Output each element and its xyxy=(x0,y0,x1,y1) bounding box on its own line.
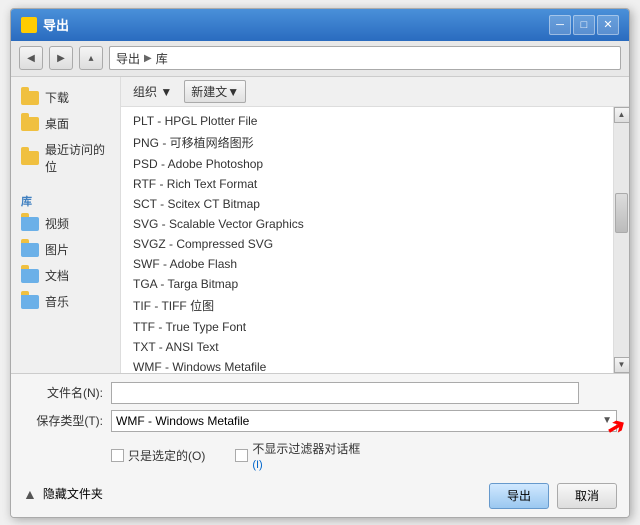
navigation-toolbar: ◀ ▶ ▴ 导出 ▶ 库 xyxy=(11,41,629,77)
body-area: 下载 桌面 最近访问的位 库 xyxy=(11,77,629,373)
forward-button[interactable]: ▶ xyxy=(49,46,73,70)
path-bar: 导出 ▶ 库 xyxy=(109,46,621,70)
sidebar-item-desktop-label: 桌面 xyxy=(45,115,69,132)
app-icon xyxy=(21,17,37,33)
filetype-label: 保存类型(T): xyxy=(23,412,103,429)
filetype-dropdown[interactable]: WMF - Windows Metafile ▼ xyxy=(111,410,617,432)
title-bar: 导出 ─ □ ✕ xyxy=(11,9,629,41)
path-location: 库 xyxy=(156,50,168,67)
checkbox-selected-only[interactable]: 只是选定的(O) xyxy=(111,440,205,471)
sidebar: 下载 桌面 最近访问的位 库 xyxy=(11,77,121,373)
checkbox-no-filter-label: 不显示过滤器对话框 (I) xyxy=(252,440,360,471)
sidebar-item-video-label: 视频 xyxy=(45,215,69,232)
dialog-title: 导出 xyxy=(43,15,69,34)
sidebar-item-pictures-label: 图片 xyxy=(45,241,69,258)
up-button[interactable]: ▴ xyxy=(79,46,103,70)
sidebar-item-music[interactable]: 音乐 xyxy=(15,289,116,315)
maximize-button[interactable]: □ xyxy=(573,15,595,35)
folder-icon xyxy=(21,267,39,285)
file-item[interactable]: TIF - TIFF 位图 xyxy=(121,294,613,317)
folder-icon xyxy=(21,215,39,233)
folder-icon xyxy=(21,115,39,133)
sidebar-item-desktop[interactable]: 桌面 xyxy=(15,111,116,137)
scroll-track xyxy=(614,123,629,357)
file-item[interactable]: RTF - Rich Text Format xyxy=(121,174,613,194)
file-item[interactable]: SCT - Scitex CT Bitmap xyxy=(121,194,613,214)
folder-icon xyxy=(21,241,39,259)
chevron-left-icon: ▲ xyxy=(23,486,37,502)
filetype-value: WMF - Windows Metafile xyxy=(116,414,249,428)
file-item[interactable]: PLT - HPGL Plotter File xyxy=(121,111,613,131)
content-wrapper: PLT - HPGL Plotter FilePNG - 可移植网络图形PSD … xyxy=(121,107,629,373)
sidebar-item-download-label: 下载 xyxy=(45,89,69,106)
hidden-folder-toggle[interactable]: ▲ 隐藏文件夹 xyxy=(23,485,103,502)
file-item[interactable]: SVG - Scalable Vector Graphics xyxy=(121,214,613,234)
path-arrow: ▶ xyxy=(144,53,152,64)
bottom-footer: ▲ 隐藏文件夹 导出 取消 xyxy=(23,479,617,509)
sidebar-item-download[interactable]: 下载 xyxy=(15,85,116,111)
file-item[interactable]: TTF - True Type Font xyxy=(121,317,613,337)
sidebar-item-pictures[interactable]: 图片 xyxy=(15,237,116,263)
sidebar-item-recent-label: 最近访问的位 xyxy=(45,141,110,175)
scroll-up-button[interactable]: ▲ xyxy=(614,107,630,123)
minimize-button[interactable]: ─ xyxy=(549,15,571,35)
bottom-fields: 文件名(N): 保存类型(T): WMF - Windows Metafile … xyxy=(23,382,617,432)
sidebar-section-library: 库 视频 图片 文档 xyxy=(15,189,116,315)
checkbox-selected-only-label: 只是选定的(O) xyxy=(128,447,205,464)
filename-input[interactable] xyxy=(111,382,579,404)
content-toolbar: 组织 ▼ 新建文▼ xyxy=(121,77,629,107)
file-item[interactable]: TGA - Targa Bitmap xyxy=(121,274,613,294)
organize-button[interactable]: 组织 ▼ xyxy=(129,81,176,102)
close-button[interactable]: ✕ xyxy=(597,15,619,35)
folder-icon xyxy=(21,149,39,167)
file-item[interactable]: TXT - ANSI Text xyxy=(121,337,613,357)
library-section-label: 库 xyxy=(15,189,116,211)
file-list: PLT - HPGL Plotter FilePNG - 可移植网络图形PSD … xyxy=(121,107,613,373)
filename-row: 文件名(N): xyxy=(23,382,617,404)
filename-label: 文件名(N): xyxy=(23,384,103,401)
file-item[interactable]: PNG - 可移植网络图形 xyxy=(121,131,613,154)
toolbar2-left: 组织 ▼ 新建文▼ xyxy=(129,80,246,103)
path-label: 导出 xyxy=(116,50,140,67)
sidebar-item-music-label: 音乐 xyxy=(45,293,69,310)
title-bar-left: 导出 xyxy=(21,15,69,34)
sidebar-item-recent[interactable]: 最近访问的位 xyxy=(15,137,116,179)
bottom-area: 文件名(N): 保存类型(T): WMF - Windows Metafile … xyxy=(11,373,629,517)
scroll-thumb[interactable] xyxy=(615,193,628,233)
file-item[interactable]: PSD - Adobe Photoshop xyxy=(121,154,613,174)
checkbox-selected-only-box[interactable] xyxy=(111,449,124,462)
file-item[interactable]: SWF - Adobe Flash xyxy=(121,254,613,274)
sidebar-item-documents[interactable]: 文档 xyxy=(15,263,116,289)
sidebar-section-1: 下载 桌面 最近访问的位 xyxy=(15,85,116,179)
back-button[interactable]: ◀ xyxy=(19,46,43,70)
sidebar-item-documents-label: 文档 xyxy=(45,267,69,284)
filetype-row: 保存类型(T): WMF - Windows Metafile ▼ ➔ xyxy=(23,410,617,432)
new-folder-button[interactable]: 新建文▼ xyxy=(184,80,246,103)
main-content: 组织 ▼ 新建文▼ PLT - HPGL Plotter FilePNG - 可… xyxy=(121,77,629,373)
scrollbar[interactable]: ▲ ▼ xyxy=(613,107,629,373)
file-item[interactable]: SVGZ - Compressed SVG xyxy=(121,234,613,254)
checkbox-no-filter-box[interactable] xyxy=(235,449,248,462)
scroll-down-button[interactable]: ▼ xyxy=(614,357,630,373)
file-item[interactable]: WMF - Windows Metafile xyxy=(121,357,613,373)
sidebar-item-video[interactable]: 视频 xyxy=(15,211,116,237)
folder-icon xyxy=(21,293,39,311)
cancel-button[interactable]: 取消 xyxy=(557,483,617,509)
window-controls: ─ □ ✕ xyxy=(549,15,619,35)
bottom-buttons: 导出 取消 xyxy=(489,483,617,509)
options-row: 只是选定的(O) 不显示过滤器对话框 (I) xyxy=(23,440,617,471)
folder-icon xyxy=(21,89,39,107)
export-button[interactable]: 导出 xyxy=(489,483,549,509)
hidden-folder-label: 隐藏文件夹 xyxy=(43,485,103,502)
export-dialog: 导出 ─ □ ✕ ◀ ▶ ▴ 导出 ▶ 库 下载 xyxy=(10,8,630,518)
checkbox-no-filter[interactable]: 不显示过滤器对话框 (I) xyxy=(235,440,360,471)
